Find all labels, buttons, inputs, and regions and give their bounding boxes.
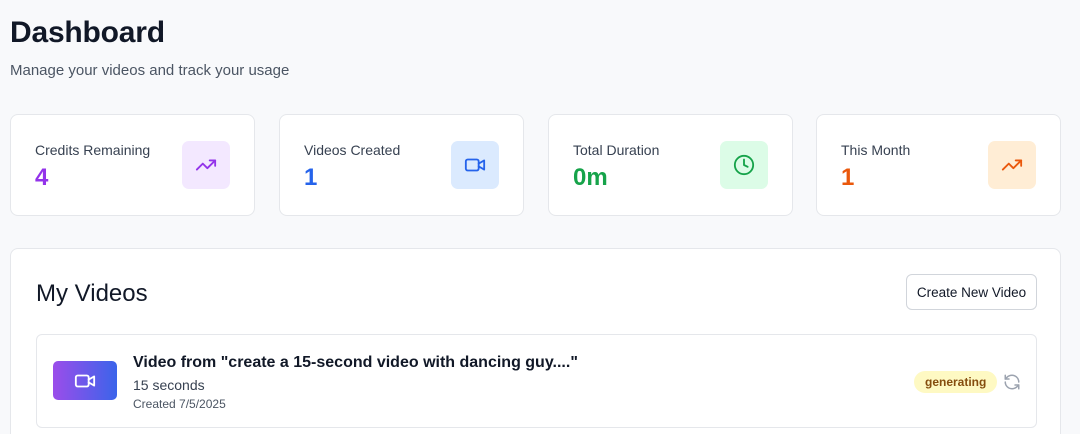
stat-label: Credits Remaining	[35, 142, 151, 158]
video-created-date: Created 7/5/2025	[133, 397, 226, 411]
trending-up-icon	[182, 141, 230, 189]
page-title: Dashboard	[10, 16, 165, 49]
create-new-video-button[interactable]: Create New Video	[906, 274, 1037, 310]
stat-value: 0m	[573, 164, 608, 191]
status-badge: generating	[914, 371, 998, 393]
stat-label: Videos Created	[304, 142, 401, 158]
stat-value: 1	[304, 164, 318, 191]
stats-row: Credits Remaining 4 Videos Created 1 Tot…	[10, 114, 1061, 216]
stat-card-credits-remaining: Credits Remaining 4	[10, 114, 255, 216]
section-title: My Videos	[36, 280, 148, 307]
video-title: Video from "create a 15-second video wit…	[133, 354, 578, 371]
video-list-item[interactable]: Video from "create a 15-second video wit…	[36, 334, 1037, 428]
video-thumbnail	[53, 361, 117, 400]
stat-label: This Month	[841, 142, 911, 158]
stat-card-videos-created: Videos Created 1	[279, 114, 524, 216]
my-videos-panel: My Videos Create New Video Video from "c…	[10, 248, 1061, 434]
stat-value: 1	[841, 164, 855, 191]
dashboard-page: Dashboard Manage your videos and track y…	[0, 0, 1080, 434]
clock-icon	[720, 141, 768, 189]
refresh-icon[interactable]	[1003, 373, 1021, 391]
stat-value: 4	[35, 164, 49, 191]
page-subtitle: Manage your videos and track your usage	[10, 62, 290, 79]
video-icon	[74, 370, 96, 392]
stat-label: Total Duration	[573, 142, 660, 158]
video-icon	[451, 141, 499, 189]
stat-card-total-duration: Total Duration 0m	[548, 114, 793, 216]
trending-up-icon	[988, 141, 1036, 189]
stat-card-this-month: This Month 1	[816, 114, 1061, 216]
video-duration: 15 seconds	[133, 377, 205, 393]
